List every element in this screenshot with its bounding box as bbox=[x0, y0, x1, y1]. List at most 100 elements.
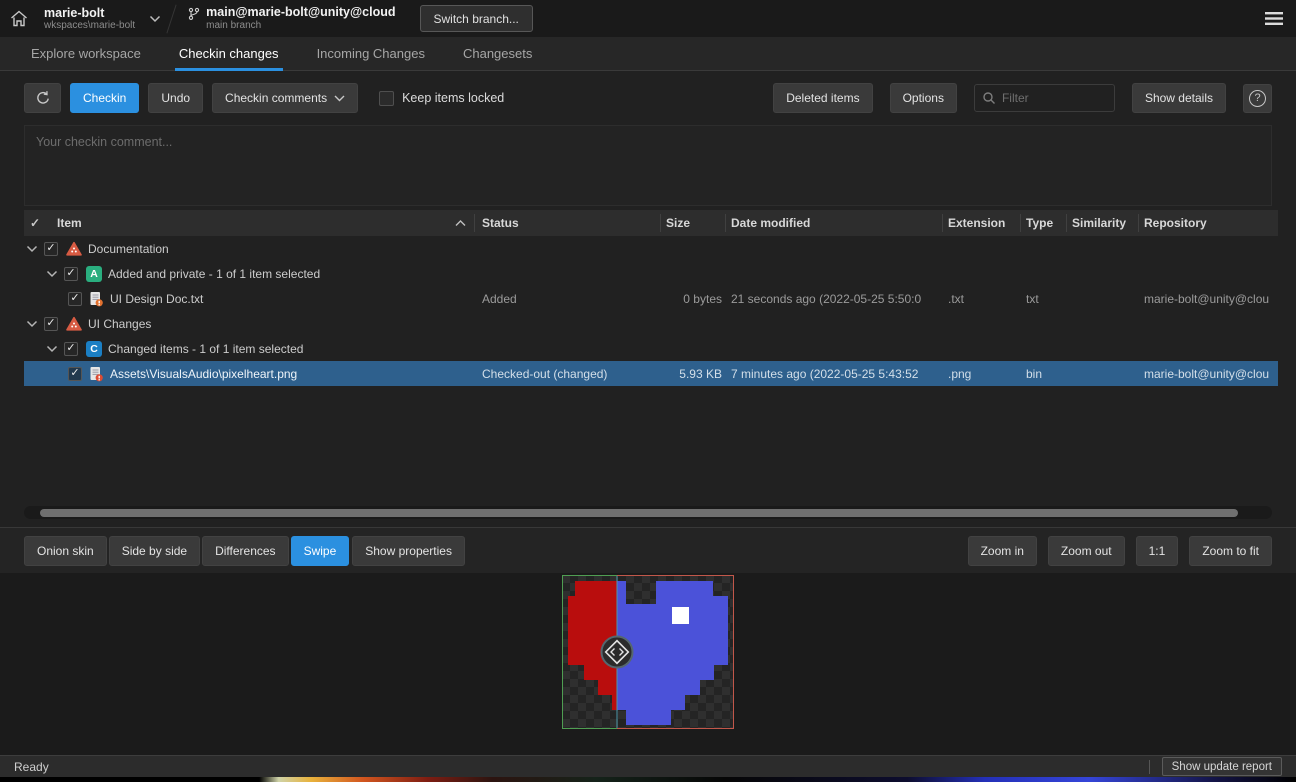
row-checkbox[interactable]: ✓ bbox=[68, 367, 82, 381]
column-header-date-modified[interactable]: Date modified bbox=[731, 210, 810, 236]
keep-items-locked-checkbox[interactable] bbox=[379, 91, 394, 106]
cell-status: Checked-out (changed) bbox=[482, 367, 657, 381]
tab-changesets[interactable]: Changesets bbox=[459, 37, 536, 70]
sort-ascending-icon[interactable] bbox=[455, 210, 466, 236]
hamburger-icon bbox=[1265, 12, 1283, 25]
branch-name: main@marie-bolt@unity@cloud bbox=[206, 5, 395, 20]
status-bar: Ready Show update report bbox=[0, 755, 1296, 777]
table-row[interactable]: ✓ UI Changes bbox=[24, 311, 1278, 336]
column-header-repository[interactable]: Repository bbox=[1144, 210, 1207, 236]
zoom-in-button[interactable]: Zoom in bbox=[968, 536, 1037, 566]
row-checkbox[interactable]: ✓ bbox=[64, 342, 78, 356]
main-menu-button[interactable] bbox=[1252, 0, 1296, 37]
toolbar-right-group: Deleted items Options Show details ? bbox=[773, 83, 1272, 113]
text-file-icon bbox=[88, 291, 104, 307]
workspace-dropdown-button[interactable] bbox=[149, 15, 161, 23]
show-details-button[interactable]: Show details bbox=[1132, 83, 1226, 113]
tab-explore-workspace[interactable]: Explore workspace bbox=[27, 37, 145, 70]
row-checkbox[interactable]: ✓ bbox=[44, 317, 58, 331]
table-row-selected[interactable]: ✓ Assets\VisualsAudio\pixelheart.png Che… bbox=[24, 361, 1278, 386]
collapse-chevron-icon[interactable] bbox=[26, 245, 38, 253]
deleted-items-button[interactable]: Deleted items bbox=[773, 83, 872, 113]
column-header-similarity[interactable]: Similarity bbox=[1072, 210, 1126, 236]
side-by-side-button[interactable]: Side by side bbox=[109, 536, 200, 566]
tab-bar: Explore workspace Checkin changes Incomi… bbox=[0, 37, 1296, 71]
help-button[interactable]: ? bbox=[1243, 84, 1272, 113]
checkin-comments-dropdown[interactable]: Checkin comments bbox=[212, 83, 358, 113]
header-check-icon[interactable]: ✓ bbox=[30, 210, 40, 236]
statusbar-right-group: Show update report bbox=[1149, 757, 1282, 776]
pending-changes-tree: ✓ Documentation ✓ A Added and private - … bbox=[24, 236, 1278, 386]
top-bar: marie-bolt wkspaces\marie-bolt main@mari… bbox=[0, 0, 1296, 37]
column-header-size[interactable]: Size bbox=[666, 210, 690, 236]
refresh-icon bbox=[35, 90, 51, 106]
tab-checkin-changes[interactable]: Checkin changes bbox=[175, 37, 283, 70]
column-divider bbox=[660, 214, 661, 232]
table-row[interactable]: ✓ C Changed items - 1 of 1 item selected bbox=[24, 336, 1278, 361]
collapse-chevron-icon[interactable] bbox=[26, 320, 38, 328]
onion-skin-button[interactable]: Onion skin bbox=[24, 536, 107, 566]
column-header-type[interactable]: Type bbox=[1026, 210, 1053, 236]
file-name: Assets\VisualsAudio\pixelheart.png bbox=[110, 367, 297, 381]
zoom-controls-group: Zoom in Zoom out 1:1 Zoom to fit bbox=[968, 536, 1272, 566]
column-header-extension[interactable]: Extension bbox=[948, 210, 1005, 236]
swipe-diff-canvas[interactable] bbox=[562, 575, 734, 729]
cell-date-modified: 21 seconds ago (2022-05-25 5:50:0 bbox=[731, 292, 945, 306]
cell-repository: marie-bolt@unity@clou bbox=[1144, 367, 1278, 381]
one-to-one-button[interactable]: 1:1 bbox=[1136, 536, 1179, 566]
added-badge-icon: A bbox=[86, 266, 102, 282]
tab-incoming-changes[interactable]: Incoming Changes bbox=[313, 37, 429, 70]
topbar-divider bbox=[167, 4, 177, 33]
zoom-out-button[interactable]: Zoom out bbox=[1048, 536, 1125, 566]
collapse-chevron-icon[interactable] bbox=[46, 270, 58, 278]
filter-input[interactable] bbox=[1002, 91, 1107, 105]
refresh-button[interactable] bbox=[24, 83, 61, 113]
table-row[interactable]: ✓ UI Design Doc.txt Added 0 bytes 21 sec… bbox=[24, 286, 1278, 311]
cell-type: bin bbox=[1026, 367, 1068, 381]
filter-search-box bbox=[974, 84, 1115, 112]
search-icon bbox=[982, 91, 996, 105]
column-header-item[interactable]: Item bbox=[57, 210, 82, 236]
warning-triangle-icon bbox=[66, 316, 82, 331]
chevron-down-icon bbox=[334, 95, 345, 102]
show-properties-button[interactable]: Show properties bbox=[352, 536, 465, 566]
collapse-chevron-icon[interactable] bbox=[46, 345, 58, 353]
checkin-comment-area bbox=[24, 125, 1272, 206]
table-row[interactable]: ✓ A Added and private - 1 of 1 item sele… bbox=[24, 261, 1278, 286]
workspace-name: marie-bolt bbox=[44, 6, 135, 20]
row-checkbox[interactable]: ✓ bbox=[44, 242, 58, 256]
checkin-toolbar: Checkin Undo Checkin comments Keep items… bbox=[0, 71, 1296, 125]
horizontal-scrollbar[interactable] bbox=[24, 506, 1272, 519]
column-divider bbox=[1066, 214, 1067, 232]
branch-label: main branch bbox=[206, 20, 395, 32]
home-button[interactable] bbox=[0, 0, 38, 37]
statusbar-divider bbox=[1149, 760, 1150, 774]
differences-button[interactable]: Differences bbox=[202, 536, 288, 566]
status-text: Ready bbox=[14, 760, 49, 774]
image-file-icon bbox=[88, 366, 104, 382]
keep-items-locked-option: Keep items locked bbox=[379, 91, 504, 106]
row-checkbox[interactable]: ✓ bbox=[68, 292, 82, 306]
branch-info[interactable]: main@marie-bolt@unity@cloud main branch bbox=[188, 5, 395, 32]
swipe-button[interactable]: Swipe bbox=[291, 536, 350, 566]
chevron-down-icon bbox=[149, 15, 161, 23]
row-checkbox[interactable]: ✓ bbox=[64, 267, 78, 281]
show-update-report-button[interactable]: Show update report bbox=[1162, 757, 1282, 776]
switch-branch-button[interactable]: Switch branch... bbox=[420, 5, 533, 32]
checkin-comment-input[interactable] bbox=[25, 126, 1271, 205]
zoom-to-fit-button[interactable]: Zoom to fit bbox=[1189, 536, 1272, 566]
undo-button[interactable]: Undo bbox=[148, 83, 203, 113]
workspace-selector[interactable]: marie-bolt wkspaces\marie-bolt bbox=[44, 6, 135, 32]
cell-extension: .txt bbox=[948, 292, 1020, 306]
cell-extension: .png bbox=[948, 367, 1020, 381]
category-label: Documentation bbox=[88, 242, 169, 256]
table-row[interactable]: ✓ Documentation bbox=[24, 236, 1278, 261]
options-button[interactable]: Options bbox=[890, 83, 957, 113]
diff-mode-group: Onion skin Side by side Differences Swip… bbox=[24, 536, 465, 566]
checkin-button[interactable]: Checkin bbox=[70, 83, 139, 113]
column-header-status[interactable]: Status bbox=[482, 210, 519, 236]
cell-status: Added bbox=[482, 292, 657, 306]
swipe-handle[interactable] bbox=[602, 637, 633, 668]
horizontal-scrollbar-thumb[interactable] bbox=[40, 509, 1238, 517]
cell-size: 0 bytes bbox=[642, 292, 722, 306]
